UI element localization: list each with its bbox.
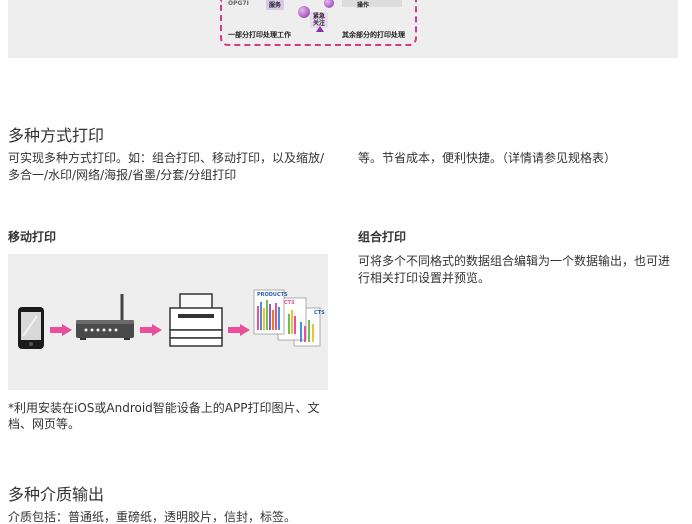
arrow-right-icon: [228, 324, 250, 336]
doc-label-products: PRODUCTS: [257, 292, 288, 298]
arrow-right-icon: [140, 324, 162, 336]
mobile-print-note: *利用安装在iOS或Android智能设备上的APP打印图片、文档、网页等。: [8, 401, 320, 431]
multi-print-desc-right: 等。节省成本，便利快捷。（详情请参见规格表）: [358, 151, 617, 165]
sphere-icon: [324, 0, 334, 8]
banner-label-left: 一部分打印处理工作: [228, 31, 291, 39]
subtitle-combo-print: 组合打印: [358, 230, 407, 244]
banner-label-right: 其余部分的打印处理: [342, 31, 405, 39]
doc-label-cts-1: CTS: [284, 300, 295, 306]
top-banner: OPG7I 服务 紧急 关注 操作 一部分打印处理工作 其余部分的打印处理: [8, 0, 678, 58]
banner-tag-operate: 操作: [357, 2, 370, 9]
multi-print-desc-left: 可实现多种方式打印。如：组合打印、移动打印，以及缩放/多合一/水印/网络/海报/…: [8, 151, 325, 182]
triangle-icon: [316, 26, 324, 32]
subtitle-mobile-print: 移动打印: [8, 230, 57, 244]
doc-label-cts-2: CTS: [314, 310, 325, 316]
printed-documents: PRODUCTS CTS CTS: [252, 288, 326, 350]
banner-partial-word: OPG7I: [228, 0, 249, 7]
combo-print-desc: 可将多个不同格式的数据组合编辑为一个数据输出，也可进行相关打印设置并预览。: [358, 254, 671, 285]
wireless-router-icon: [76, 294, 134, 340]
smartphone-icon: [18, 307, 44, 349]
mobile-print-figure: PRODUCTS CTS CTS: [8, 254, 328, 390]
section-title-media: 多种介质输出: [8, 485, 105, 504]
section-title-multi-print: 多种方式打印: [8, 126, 105, 145]
distributed-print-diagram: OPG7I 服务 紧急 关注 操作 一部分打印处理工作 其余部分的打印处理: [220, 0, 417, 46]
media-desc: 介质包括：普通纸，重磅纸，透明胶片，信封，标签。: [8, 510, 297, 524]
printer-icon: [169, 293, 223, 347]
banner-tag-service: 服务: [266, 0, 285, 10]
sphere-icon: [298, 6, 310, 18]
arrow-right-icon: [50, 324, 72, 336]
